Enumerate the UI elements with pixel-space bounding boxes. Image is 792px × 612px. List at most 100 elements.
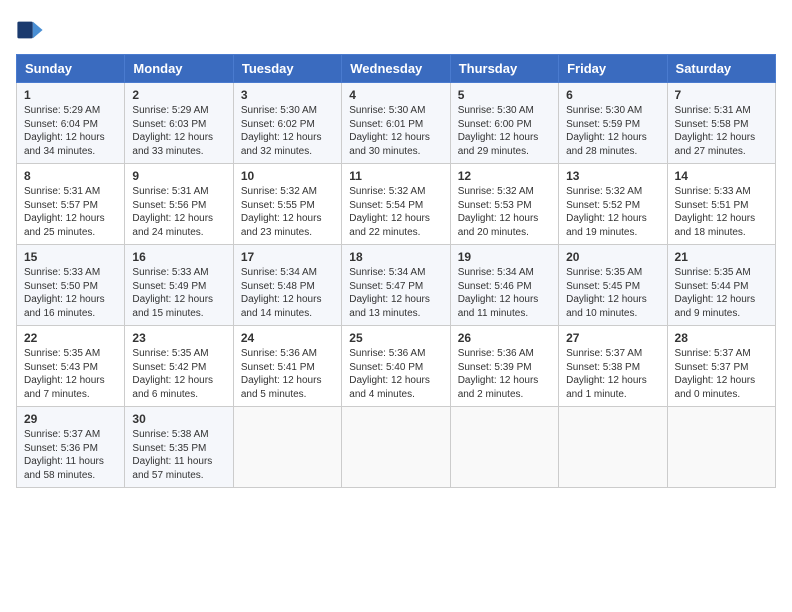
day-cell: 10Sunrise: 5:32 AMSunset: 5:55 PMDayligh… bbox=[233, 164, 341, 245]
day-cell: 23Sunrise: 5:35 AMSunset: 5:42 PMDayligh… bbox=[125, 326, 233, 407]
day-cell: 2 Sunrise: 5:29 AMSunset: 6:03 PMDaylight… bbox=[125, 83, 233, 164]
day-number: 17 bbox=[241, 250, 334, 264]
day-number: 8 bbox=[24, 169, 117, 183]
page-container: SundayMondayTuesdayWednesdayThursdayFrid… bbox=[16, 16, 776, 488]
calendar-table: SundayMondayTuesdayWednesdayThursdayFrid… bbox=[16, 54, 776, 488]
day-number: 30 bbox=[132, 412, 225, 426]
calendar-header: SundayMondayTuesdayWednesdayThursdayFrid… bbox=[17, 55, 776, 83]
day-number: 20 bbox=[566, 250, 659, 264]
header-cell-wednesday: Wednesday bbox=[342, 55, 450, 83]
day-cell: 19 Sunrise: 5:34 AMSunset: 5:46 PMDayligh… bbox=[450, 245, 558, 326]
day-detail: Sunrise: 5:35 AMSunset: 5:44 PMDaylight:… bbox=[675, 266, 768, 320]
week-row-1: 1 Sunrise: 5:29 AMSunset: 6:04 PMDaylight… bbox=[17, 83, 776, 164]
day-number: 25 bbox=[349, 331, 442, 345]
day-number: 18 bbox=[349, 250, 442, 264]
day-detail: Sunrise: 5:29 AMSunset: 6:03 PMDaylight:… bbox=[132, 104, 225, 158]
header-cell-sunday: Sunday bbox=[17, 55, 125, 83]
day-cell: 15 Sunrise: 5:33 AMSunset: 5:50 PMDayligh… bbox=[17, 245, 125, 326]
day-number: 5 bbox=[458, 88, 551, 102]
header-cell-monday: Monday bbox=[125, 55, 233, 83]
day-detail: Sunrise: 5:30 AMSunset: 6:02 PMDaylight:… bbox=[241, 104, 334, 158]
day-detail: Sunrise: 5:32 AMSunset: 5:55 PMDaylight:… bbox=[241, 185, 334, 239]
day-detail: Sunrise: 5:32 AMSunset: 5:53 PMDaylight:… bbox=[458, 185, 551, 239]
day-cell bbox=[233, 407, 341, 488]
day-cell: 7 Sunrise: 5:31 AMSunset: 5:58 PMDaylight… bbox=[667, 83, 775, 164]
day-number: 12 bbox=[458, 169, 551, 183]
day-number: 14 bbox=[675, 169, 768, 183]
day-cell: 28Sunrise: 5:37 AMSunset: 5:37 PMDayligh… bbox=[667, 326, 775, 407]
day-cell: 29Sunrise: 5:37 AMSunset: 5:36 PMDayligh… bbox=[17, 407, 125, 488]
day-detail: Sunrise: 5:33 AMSunset: 5:49 PMDaylight:… bbox=[132, 266, 225, 320]
day-number: 7 bbox=[675, 88, 768, 102]
day-detail: Sunrise: 5:35 AMSunset: 5:45 PMDaylight:… bbox=[566, 266, 659, 320]
day-cell bbox=[450, 407, 558, 488]
day-number: 29 bbox=[24, 412, 117, 426]
day-detail: Sunrise: 5:31 AMSunset: 5:58 PMDaylight:… bbox=[675, 104, 768, 158]
day-cell: 24 Sunrise: 5:36 AMSunset: 5:41 PMDayligh… bbox=[233, 326, 341, 407]
day-cell bbox=[342, 407, 450, 488]
day-number: 6 bbox=[566, 88, 659, 102]
day-cell: 17 Sunrise: 5:34 AMSunset: 5:48 PMDayligh… bbox=[233, 245, 341, 326]
day-number: 19 bbox=[458, 250, 551, 264]
day-cell: 4 Sunrise: 5:30 AMSunset: 6:01 PMDaylight… bbox=[342, 83, 450, 164]
day-detail: Sunrise: 5:37 AMSunset: 5:37 PMDaylight:… bbox=[675, 347, 768, 401]
day-detail: Sunrise: 5:33 AMSunset: 5:51 PMDaylight:… bbox=[675, 185, 768, 239]
day-detail: Sunrise: 5:33 AMSunset: 5:50 PMDaylight:… bbox=[24, 266, 117, 320]
day-number: 4 bbox=[349, 88, 442, 102]
day-number: 23 bbox=[132, 331, 225, 345]
day-detail: Sunrise: 5:31 AMSunset: 5:56 PMDaylight:… bbox=[132, 185, 225, 239]
header-cell-thursday: Thursday bbox=[450, 55, 558, 83]
day-number: 26 bbox=[458, 331, 551, 345]
header-row: SundayMondayTuesdayWednesdayThursdayFrid… bbox=[17, 55, 776, 83]
day-number: 1 bbox=[24, 88, 117, 102]
logo-icon bbox=[16, 16, 44, 44]
day-detail: Sunrise: 5:30 AMSunset: 6:01 PMDaylight:… bbox=[349, 104, 442, 158]
day-detail: Sunrise: 5:32 AMSunset: 5:52 PMDaylight:… bbox=[566, 185, 659, 239]
header-cell-saturday: Saturday bbox=[667, 55, 775, 83]
day-cell: 3 Sunrise: 5:30 AMSunset: 6:02 PMDaylight… bbox=[233, 83, 341, 164]
day-detail: Sunrise: 5:30 AMSunset: 5:59 PMDaylight:… bbox=[566, 104, 659, 158]
day-cell: 12 Sunrise: 5:32 AMSunset: 5:53 PMDayligh… bbox=[450, 164, 558, 245]
day-cell: 18 Sunrise: 5:34 AMSunset: 5:47 PMDayligh… bbox=[342, 245, 450, 326]
day-cell bbox=[559, 407, 667, 488]
day-cell: 1 Sunrise: 5:29 AMSunset: 6:04 PMDaylight… bbox=[17, 83, 125, 164]
day-cell: 16Sunrise: 5:33 AMSunset: 5:49 PMDayligh… bbox=[125, 245, 233, 326]
day-detail: Sunrise: 5:34 AMSunset: 5:46 PMDaylight:… bbox=[458, 266, 551, 320]
day-cell: 21 Sunrise: 5:35 AMSunset: 5:44 PMDayligh… bbox=[667, 245, 775, 326]
day-cell: 13 Sunrise: 5:32 AMSunset: 5:52 PMDayligh… bbox=[559, 164, 667, 245]
day-cell: 22 Sunrise: 5:35 AMSunset: 5:43 PMDayligh… bbox=[17, 326, 125, 407]
day-cell: 30 Sunrise: 5:38 AMSunset: 5:35 PMDayligh… bbox=[125, 407, 233, 488]
day-cell: 26Sunrise: 5:36 AMSunset: 5:39 PMDayligh… bbox=[450, 326, 558, 407]
day-cell: 20 Sunrise: 5:35 AMSunset: 5:45 PMDayligh… bbox=[559, 245, 667, 326]
day-number: 2 bbox=[132, 88, 225, 102]
day-number: 15 bbox=[24, 250, 117, 264]
day-number: 3 bbox=[241, 88, 334, 102]
calendar-body: 1 Sunrise: 5:29 AMSunset: 6:04 PMDaylight… bbox=[17, 83, 776, 488]
day-detail: Sunrise: 5:35 AMSunset: 5:43 PMDaylight:… bbox=[24, 347, 117, 401]
day-cell: 8Sunrise: 5:31 AMSunset: 5:57 PMDaylight… bbox=[17, 164, 125, 245]
day-cell: 27Sunrise: 5:37 AMSunset: 5:38 PMDayligh… bbox=[559, 326, 667, 407]
week-row-4: 22 Sunrise: 5:35 AMSunset: 5:43 PMDayligh… bbox=[17, 326, 776, 407]
day-number: 22 bbox=[24, 331, 117, 345]
day-detail: Sunrise: 5:34 AMSunset: 5:48 PMDaylight:… bbox=[241, 266, 334, 320]
logo bbox=[16, 16, 48, 44]
day-detail: Sunrise: 5:29 AMSunset: 6:04 PMDaylight:… bbox=[24, 104, 117, 158]
day-detail: Sunrise: 5:32 AMSunset: 5:54 PMDaylight:… bbox=[349, 185, 442, 239]
week-row-3: 15 Sunrise: 5:33 AMSunset: 5:50 PMDayligh… bbox=[17, 245, 776, 326]
day-cell bbox=[667, 407, 775, 488]
day-detail: Sunrise: 5:38 AMSunset: 5:35 PMDaylight:… bbox=[132, 428, 225, 482]
day-number: 9 bbox=[132, 169, 225, 183]
week-row-5: 29Sunrise: 5:37 AMSunset: 5:36 PMDayligh… bbox=[17, 407, 776, 488]
day-detail: Sunrise: 5:34 AMSunset: 5:47 PMDaylight:… bbox=[349, 266, 442, 320]
day-number: 11 bbox=[349, 169, 442, 183]
day-number: 21 bbox=[675, 250, 768, 264]
day-detail: Sunrise: 5:36 AMSunset: 5:40 PMDaylight:… bbox=[349, 347, 442, 401]
day-cell: 5 Sunrise: 5:30 AMSunset: 6:00 PMDaylight… bbox=[450, 83, 558, 164]
day-cell: 11 Sunrise: 5:32 AMSunset: 5:54 PMDayligh… bbox=[342, 164, 450, 245]
day-cell: 14 Sunrise: 5:33 AMSunset: 5:51 PMDayligh… bbox=[667, 164, 775, 245]
day-detail: Sunrise: 5:30 AMSunset: 6:00 PMDaylight:… bbox=[458, 104, 551, 158]
day-detail: Sunrise: 5:36 AMSunset: 5:41 PMDaylight:… bbox=[241, 347, 334, 401]
day-number: 24 bbox=[241, 331, 334, 345]
day-cell: 25 Sunrise: 5:36 AMSunset: 5:40 PMDayligh… bbox=[342, 326, 450, 407]
day-number: 13 bbox=[566, 169, 659, 183]
